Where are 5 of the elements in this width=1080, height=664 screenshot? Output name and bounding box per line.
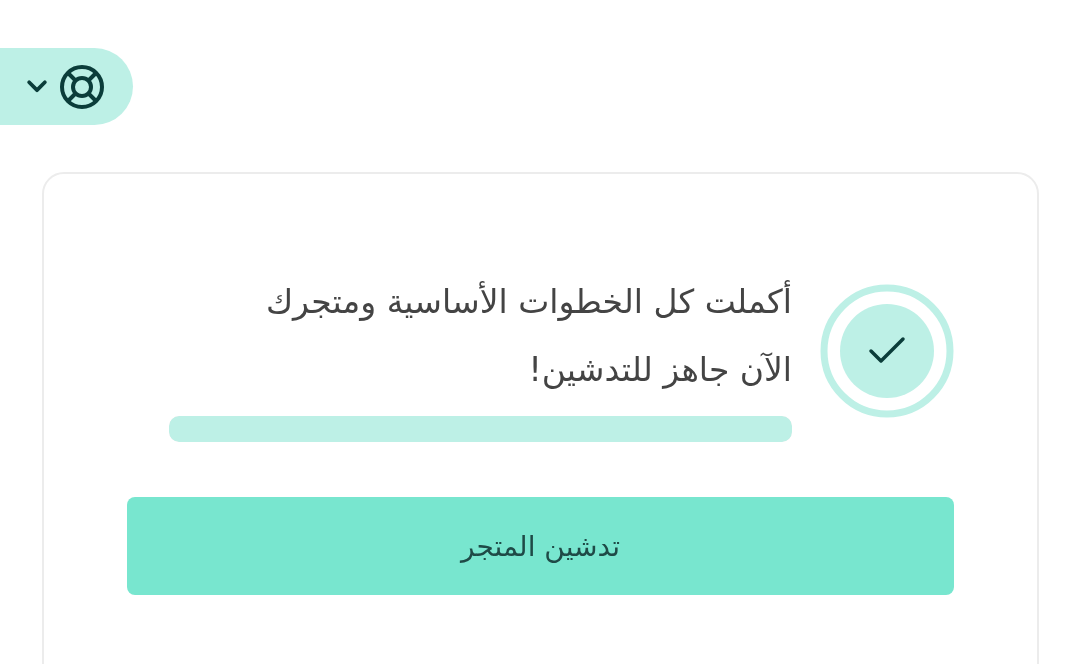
completion-message: أكملت كل الخطوات الأساسية ومتجرك الآن جاهز للتدشين! bbox=[264, 279, 792, 391]
lifebuoy-icon bbox=[58, 62, 106, 111]
launch-store-button[interactable]: تدشين المتجر bbox=[127, 497, 954, 595]
chevron-icon bbox=[26, 78, 48, 95]
help-button[interactable] bbox=[0, 48, 133, 125]
